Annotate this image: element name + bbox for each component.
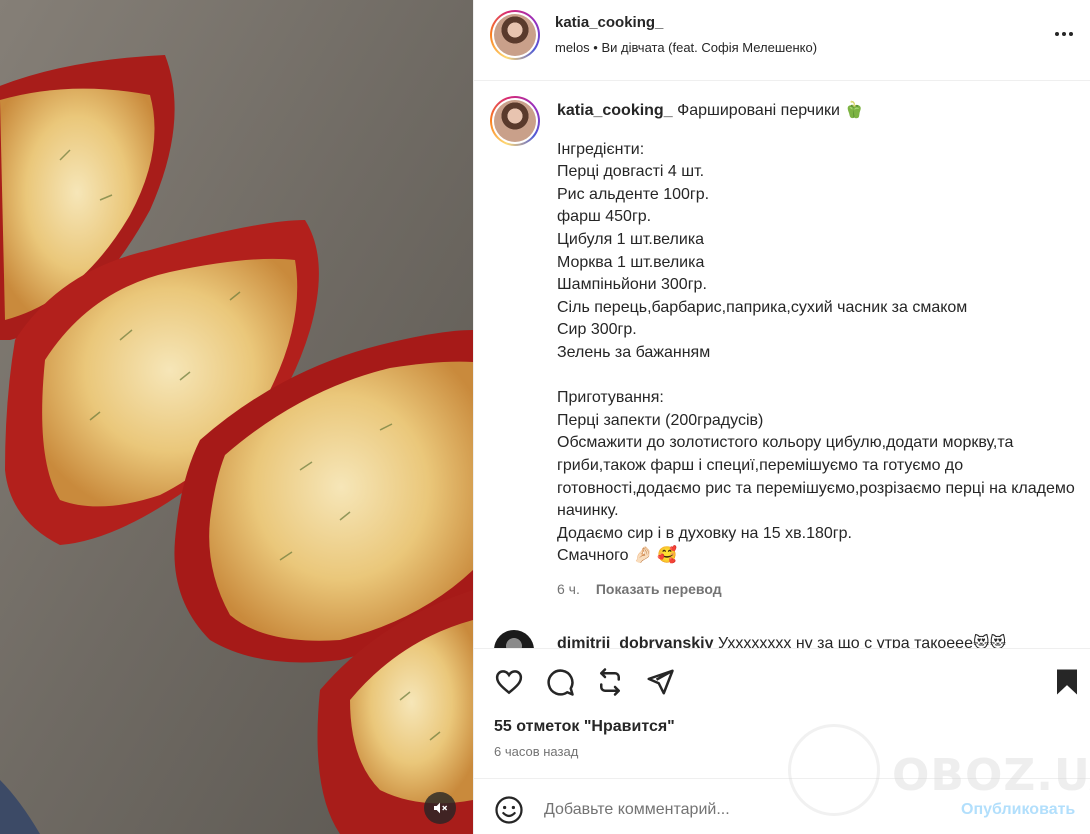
post-header: katia_cooking_ melos • Ви дівчата (feat.… xyxy=(474,0,1090,81)
comment-item: dimitrii_dobrvanskiy Ухххххххх ну за що … xyxy=(494,630,1084,648)
repost-button[interactable] xyxy=(595,667,625,697)
audio-label[interactable]: melos • Ви дівчата (feat. Софія Мелешенк… xyxy=(555,40,817,55)
like-button[interactable] xyxy=(494,667,524,697)
share-button[interactable] xyxy=(645,667,675,697)
comment-icon xyxy=(547,669,574,696)
post-side-panel: katia_cooking_ melos • Ви дівчата (feat.… xyxy=(473,0,1090,834)
caption-time: 6 ч. xyxy=(557,580,580,597)
more-options-button[interactable] xyxy=(1052,22,1076,46)
comment-text: Ухххххххх ну за що с утра такоеее😻😻 xyxy=(717,635,1007,648)
repost-icon xyxy=(600,668,620,696)
author-avatar[interactable] xyxy=(490,10,540,60)
more-icon xyxy=(1055,32,1073,36)
mute-icon xyxy=(434,802,448,814)
post-comment-button[interactable]: Опубликовать xyxy=(961,801,1075,819)
comment-button[interactable] xyxy=(545,667,575,697)
translate-link[interactable]: Показать перевод xyxy=(596,578,722,601)
bookmark-icon xyxy=(1057,669,1077,695)
heart-icon xyxy=(495,670,523,695)
caption-username[interactable]: katia_cooking_ xyxy=(557,102,673,119)
caption: katia_cooking_ Фаршировані перчики 🫑 Інг… xyxy=(557,100,1077,600)
emoji-icon xyxy=(495,796,523,824)
emoji-button[interactable] xyxy=(494,795,524,825)
caption-body: Інгредієнти: Перці довгасті 4 шт. Рис ал… xyxy=(557,140,1075,565)
save-button[interactable] xyxy=(1052,667,1082,697)
comment-content: dimitrii_dobrvanskiy Ухххххххх ну за що … xyxy=(557,633,1006,648)
caption-title: Фаршировані перчики 🫑 xyxy=(677,102,865,119)
caption-avatar[interactable] xyxy=(490,96,540,146)
caption-headline: katia_cooking_ Фаршировані перчики 🫑 xyxy=(557,100,1077,123)
commenter-avatar[interactable] xyxy=(494,630,534,648)
post-time[interactable]: 6 часов назад xyxy=(494,744,578,759)
mute-button[interactable] xyxy=(424,792,456,824)
caption-scroll-area[interactable]: katia_cooking_ Фаршировані перчики 🫑 Інг… xyxy=(474,82,1090,648)
post-media[interactable] xyxy=(0,0,473,834)
send-icon xyxy=(647,669,674,695)
add-comment-bar: Опубликовать xyxy=(474,778,1090,834)
comment-input[interactable] xyxy=(544,798,944,822)
stuffed-peppers-photo xyxy=(0,0,473,834)
caption-meta: 6 ч. Показать перевод xyxy=(557,578,1077,601)
likes-count[interactable]: 55 отметок "Нравится" xyxy=(494,718,675,736)
post-actions: 55 отметок "Нравится" 6 часов назад xyxy=(474,648,1090,778)
author-username[interactable]: katia_cooking_ xyxy=(555,14,663,31)
commenter-username[interactable]: dimitrii_dobrvanskiy xyxy=(557,635,714,648)
